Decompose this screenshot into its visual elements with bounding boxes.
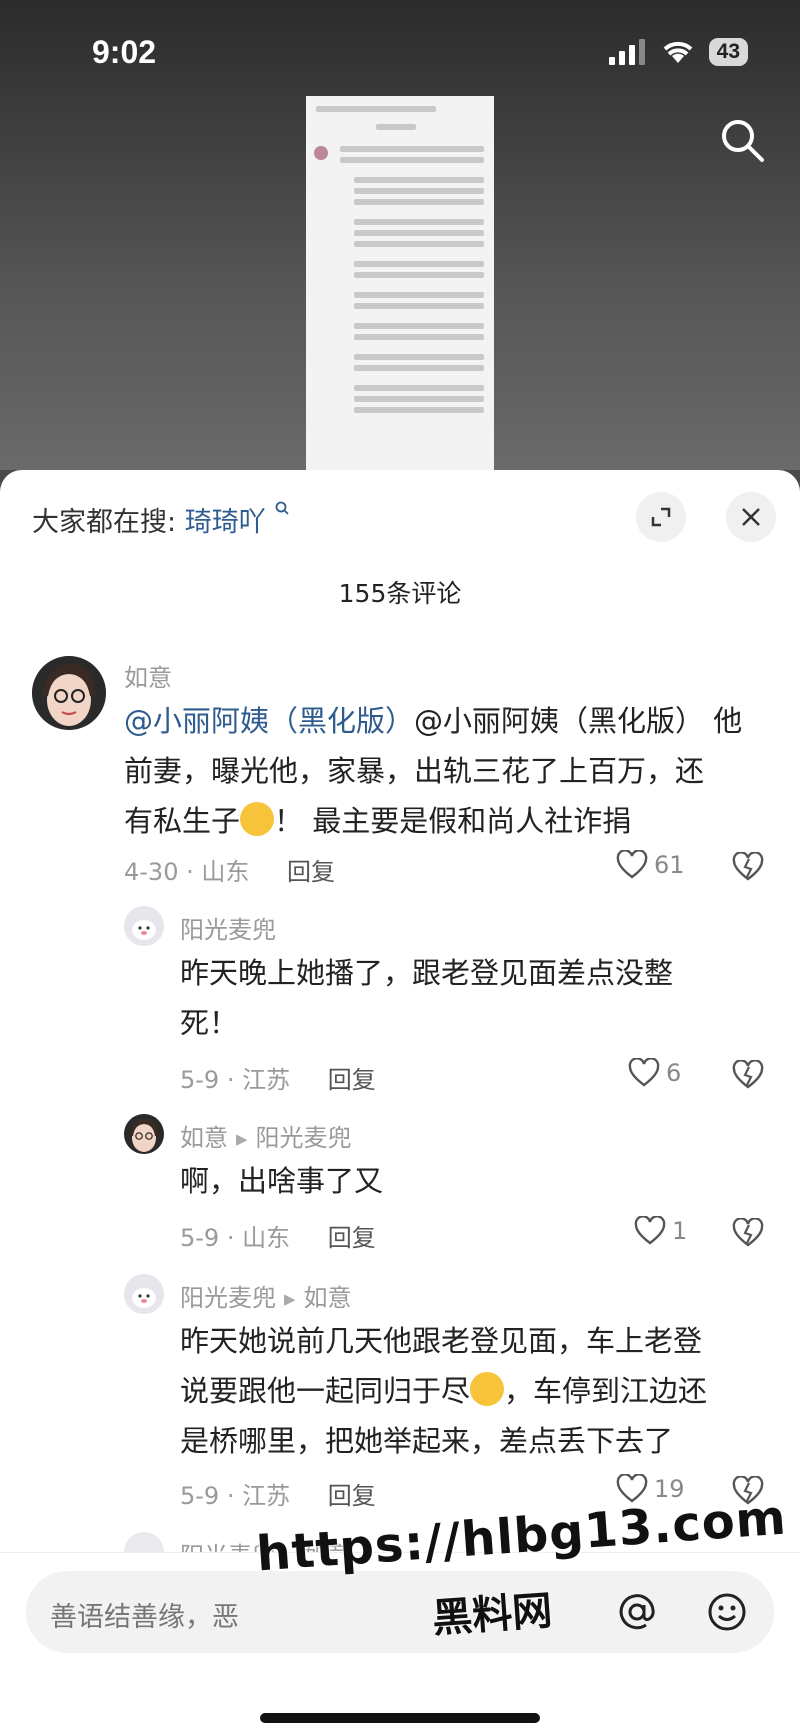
status-icons: 43: [608, 38, 748, 66]
like-button[interactable]: 6: [628, 1058, 681, 1088]
comment-text-line: 昨天晚上她播了，跟老登见面差点没整: [180, 956, 674, 990]
comment-text-line: 死！: [180, 1006, 239, 1040]
like-count: 1: [672, 1217, 688, 1245]
reply-to-username[interactable]: 如意: [304, 1284, 352, 1312]
comment-username[interactable]: 如意: [124, 658, 172, 693]
comment-text-line: @小丽阿姨（黑化版） 他: [414, 704, 743, 738]
avatar-image: [124, 1274, 164, 1314]
comment-meta: 5-9 · 山东 回复: [180, 1218, 376, 1253]
reply-button[interactable]: 回复: [328, 1482, 376, 1510]
avatar[interactable]: [32, 656, 106, 730]
video-preview-thumbnail: [306, 96, 494, 470]
signal-icon: [608, 39, 645, 65]
comment-input-bar: 善语结善缘，恶: [0, 1552, 800, 1734]
comment-input[interactable]: 善语结善缘，恶: [26, 1571, 774, 1653]
comment-text: 昨天她说前几天他跟老登见面，车上老登 说要跟他一起同归于尽 ，车停到江边还 是桥哪…: [180, 1316, 780, 1466]
reply-button[interactable]: 回复: [287, 858, 335, 886]
at-mention-icon[interactable]: [616, 1591, 658, 1633]
heart-icon: [628, 1058, 660, 1087]
comment-username-line: 阳光麦兜 ▶ 如意: [180, 1278, 352, 1313]
wifi-icon: [663, 41, 693, 63]
mention-link[interactable]: @小丽阿姨（黑化版）: [124, 704, 414, 738]
comment-text: @小丽阿姨（黑化版）@小丽阿姨（黑化版） 他 前妻，曝光他，家暴，出轨三花了上百…: [124, 696, 774, 846]
comment-text-line: 是桥哪里，把她举起来，差点丢下去了: [180, 1424, 674, 1458]
like-button[interactable]: 61: [616, 850, 685, 880]
search-icon[interactable]: [718, 116, 766, 164]
emoji-icon[interactable]: [706, 1591, 748, 1633]
reply-to-username[interactable]: 阳光麦兜: [256, 1124, 352, 1152]
laugh-cry-emoji-icon: [240, 802, 275, 836]
avatar[interactable]: [124, 906, 164, 946]
expand-button[interactable]: [636, 492, 686, 542]
watermark-site: 黑料网: [430, 1587, 554, 1643]
laugh-cry-emoji-icon: [470, 1372, 505, 1406]
comment-text: 昨天晚上她播了，跟老登见面差点没整 死！: [180, 948, 770, 1048]
reply-arrow-icon: ▶: [236, 1130, 248, 1148]
battery-indicator: 43: [708, 38, 748, 66]
broken-heart-icon[interactable]: [732, 1060, 764, 1090]
comment-username[interactable]: 阳光麦兜: [180, 910, 276, 945]
like-count: 6: [666, 1059, 682, 1087]
comment-date-location: 4-30 · 山东: [124, 858, 250, 886]
heart-icon: [634, 1216, 666, 1245]
comment-text-line: 前妻，曝光他，家暴，出轨三花了上百万，还: [124, 754, 705, 788]
comment-meta: 4-30 · 山东 回复: [124, 852, 335, 887]
comment-text-line: ，车停到江边还: [504, 1374, 708, 1408]
search-suggestion-prefix: 大家都在搜:: [32, 507, 177, 538]
heart-icon: [616, 850, 648, 879]
comment-meta: 5-9 · 江苏 回复: [180, 1476, 376, 1511]
comment-username[interactable]: 阳光麦兜: [180, 1284, 276, 1312]
avatar[interactable]: [124, 1114, 164, 1154]
comment-date-location: 5-9 · 江苏: [180, 1482, 291, 1510]
search-suggestion-keyword[interactable]: 琦琦吖: [185, 507, 266, 538]
comment-text-line: 昨天她说前几天他跟老登见面，车上老登: [180, 1324, 703, 1358]
comment-text-line: 有私生子: [124, 804, 241, 838]
close-button[interactable]: [726, 492, 776, 542]
like-count: 61: [654, 851, 685, 879]
broken-heart-icon[interactable]: [732, 1218, 764, 1248]
avatar-image: [124, 906, 164, 946]
avatar[interactable]: [124, 1274, 164, 1314]
comment-date-location: 5-9 · 山东: [180, 1224, 291, 1252]
comment-meta: 5-9 · 江苏 回复: [180, 1060, 376, 1095]
comment-text-line: 说要跟他一起同归于尽: [180, 1374, 471, 1408]
search-suggestion[interactable]: 大家都在搜: 琦琦吖: [32, 500, 290, 539]
reply-button[interactable]: 回复: [328, 1224, 376, 1252]
status-time: 9:02: [92, 34, 157, 70]
comment-text-line: 啊，出啥事了又: [180, 1164, 384, 1198]
search-small-icon: [275, 501, 289, 515]
avatar-image: [124, 1114, 164, 1154]
home-indicator: [260, 1713, 540, 1723]
expand-icon: [651, 507, 671, 527]
status-bar: 9:02 43: [0, 0, 800, 100]
comment-username[interactable]: 如意: [180, 1124, 228, 1152]
avatar-image: [32, 656, 106, 730]
comment-text-line: ！ 最主要是假和尚人社诈捐: [274, 804, 632, 838]
reply-arrow-icon: ▶: [284, 1290, 296, 1308]
broken-heart-icon[interactable]: [732, 852, 764, 882]
comment-input-placeholder: 善语结善缘，恶: [50, 1602, 239, 1633]
like-button[interactable]: 1: [634, 1216, 687, 1246]
comment-count: 155条评论: [338, 579, 462, 608]
comment-date-location: 5-9 · 江苏: [180, 1066, 291, 1094]
reply-button[interactable]: 回复: [328, 1066, 376, 1094]
close-icon: [742, 508, 760, 526]
comment-username-line: 如意 ▶ 阳光麦兜: [180, 1118, 352, 1153]
comment-text: 啊，出啥事了又: [180, 1156, 770, 1206]
